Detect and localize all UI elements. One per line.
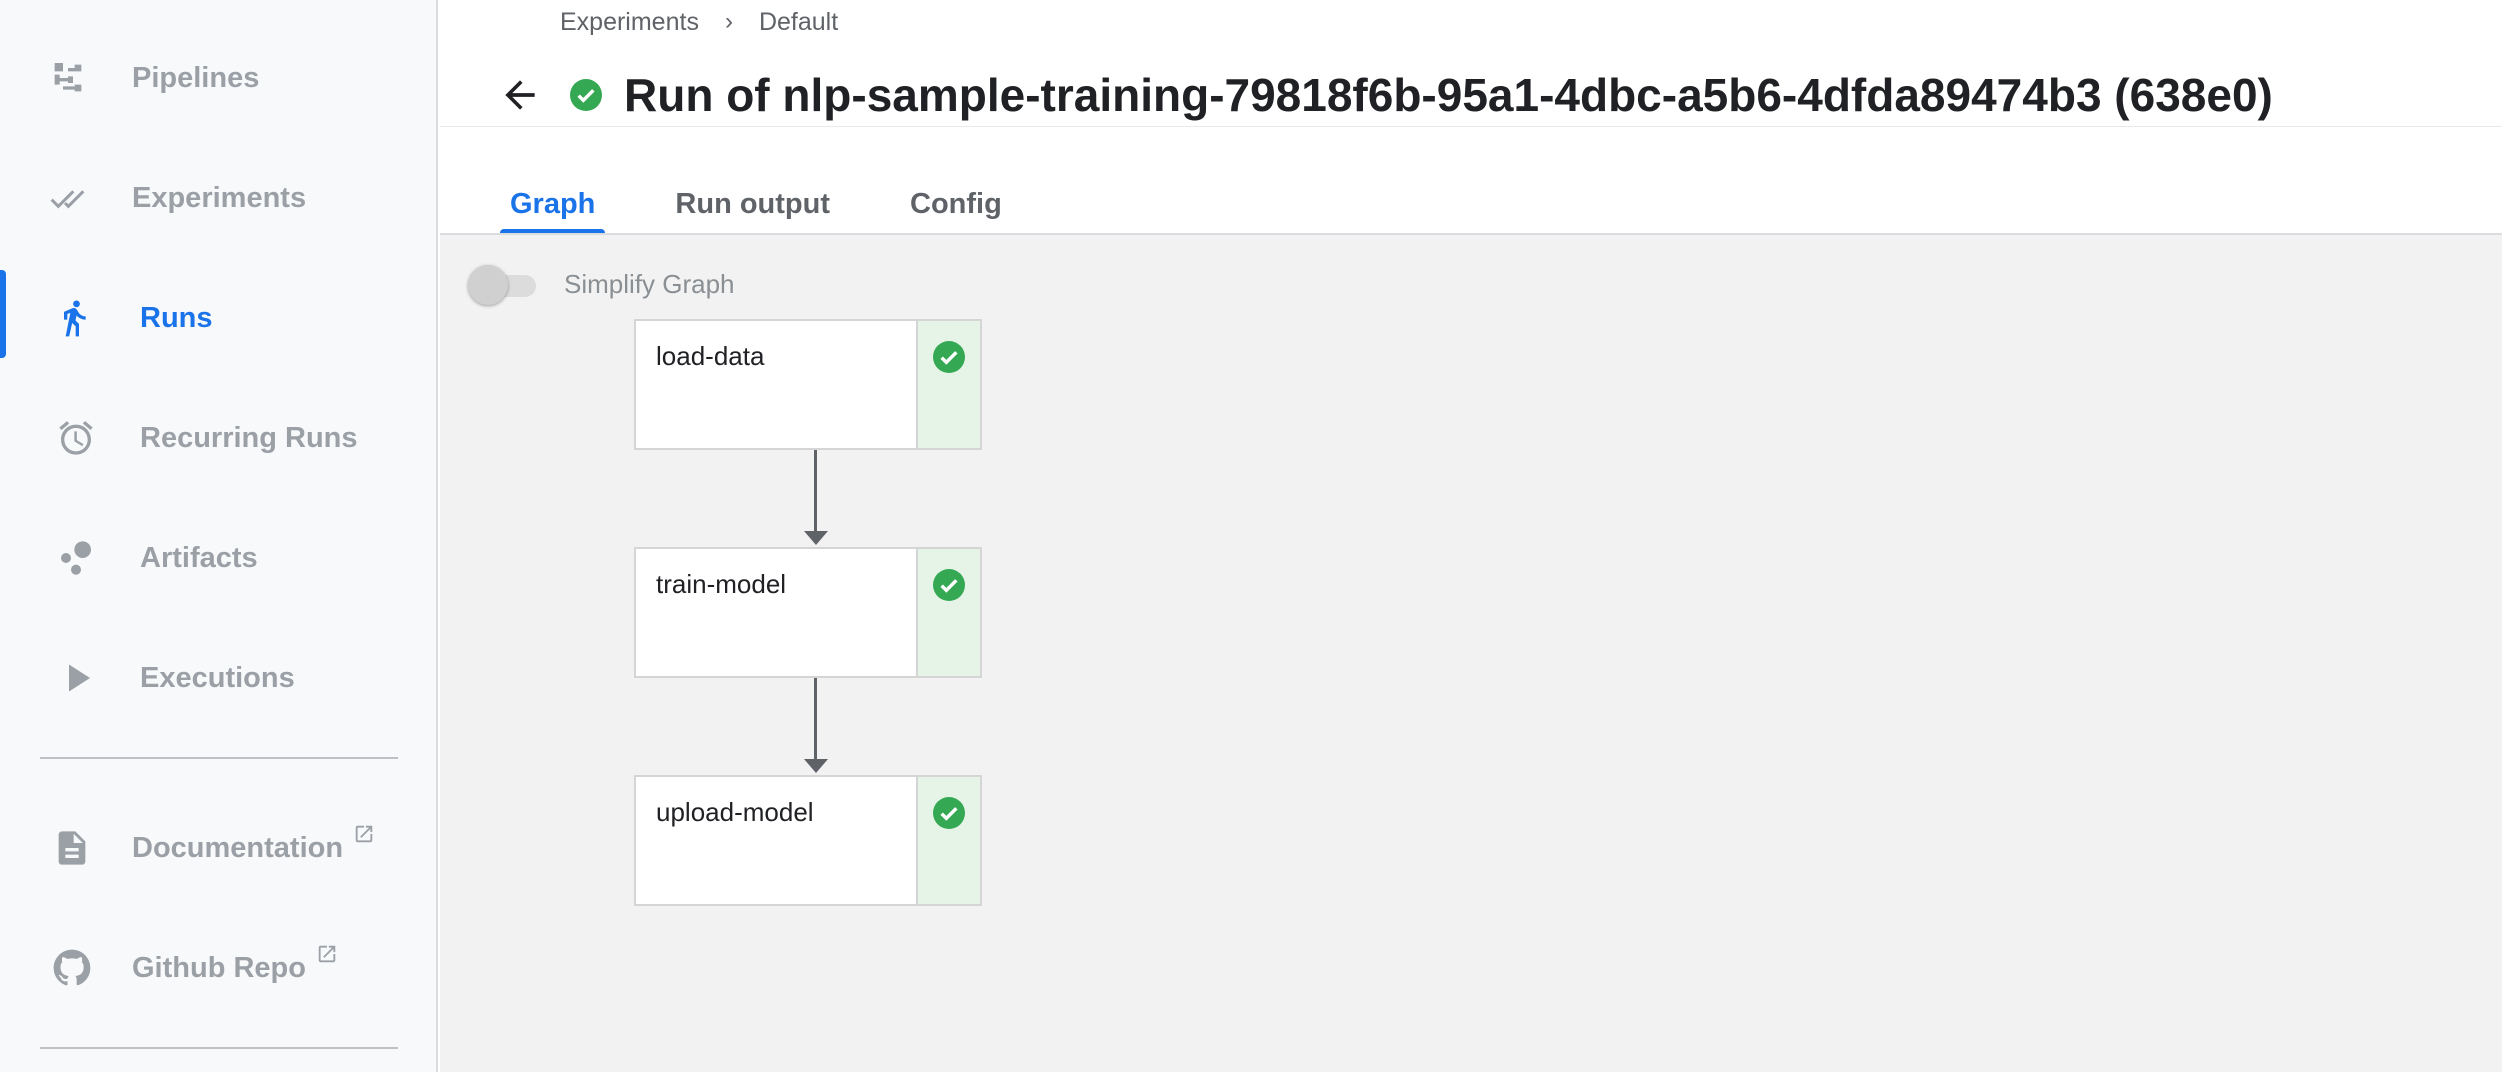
pipelines-icon — [48, 58, 88, 98]
alarm-clock-icon — [56, 418, 96, 458]
tab-graph[interactable]: Graph — [500, 168, 606, 234]
success-check-icon — [933, 569, 965, 601]
simplify-graph-label: Simplify Graph — [564, 269, 735, 299]
arrow-down-icon — [804, 759, 828, 773]
sidebar-link-github[interactable]: Github Repo — [0, 928, 438, 1008]
breadcrumb-experiments[interactable]: Experiments — [560, 8, 699, 37]
node-name: upload-model — [656, 797, 814, 827]
sidebar-item-label: Pipelines — [132, 61, 260, 94]
external-link-icon — [353, 820, 375, 853]
play-icon — [58, 658, 98, 698]
sidebar-item-experiments[interactable]: Experiments — [0, 158, 438, 238]
sidebar-divider — [40, 1047, 398, 1049]
breadcrumb-default[interactable]: Default — [759, 8, 838, 37]
node-status — [916, 777, 980, 904]
main-content: Experiments › Default Run of nlp-sample-… — [440, 0, 2502, 1072]
graph-canvas[interactable]: Simplify Graph load-data train-model upl… — [440, 235, 2502, 1072]
node-name: train-model — [656, 569, 787, 599]
simplify-graph-toggle[interactable] — [468, 263, 538, 305]
sidebar-item-runs[interactable]: Runs — [0, 278, 438, 358]
graph-edge — [814, 450, 817, 532]
sidebar-item-label: Executions — [140, 661, 295, 694]
arrow-down-icon — [804, 531, 828, 545]
sidebar-item-label: Artifacts — [140, 541, 258, 574]
tab-bar: Graph Run output Config — [500, 168, 1072, 234]
node-name: load-data — [656, 341, 765, 371]
graph-node-upload-model[interactable]: upload-model — [634, 775, 982, 906]
sidebar-item-executions[interactable]: Executions — [0, 638, 438, 718]
sidebar-item-label: Experiments — [132, 181, 307, 214]
success-check-icon — [933, 341, 965, 373]
header-divider — [440, 126, 2502, 127]
sidebar-link-documentation[interactable]: Documentation — [0, 808, 438, 888]
toggle-thumb — [468, 265, 508, 305]
graph-node-load-data[interactable]: load-data — [634, 319, 982, 450]
graph-edge — [814, 678, 817, 760]
sidebar-link-label: Documentation — [132, 825, 375, 865]
sidebar-link-label: Github Repo — [132, 945, 338, 985]
sidebar: Pipelines Experiments Runs Recurring Run… — [0, 0, 438, 1072]
title-row: Run of nlp-sample-training-79818f6b-95a1… — [490, 60, 2273, 130]
artifacts-icon — [56, 538, 96, 578]
page-title: Run of nlp-sample-training-79818f6b-95a1… — [624, 69, 2273, 121]
sidebar-item-pipelines[interactable]: Pipelines — [0, 38, 438, 118]
external-link-icon — [316, 940, 338, 973]
chevron-right-icon: › — [724, 8, 733, 35]
experiments-icon — [50, 178, 90, 218]
sidebar-item-label: Runs — [140, 301, 213, 334]
sidebar-item-artifacts[interactable]: Artifacts — [0, 518, 438, 598]
document-icon — [52, 828, 92, 868]
node-status — [916, 321, 980, 448]
sidebar-item-label: Recurring Runs — [140, 421, 358, 454]
runs-icon — [54, 298, 94, 338]
success-check-icon — [570, 79, 602, 111]
sidebar-item-recurring-runs[interactable]: Recurring Runs — [0, 398, 438, 478]
graph-node-train-model[interactable]: train-model — [634, 547, 982, 678]
tab-config[interactable]: Config — [900, 168, 1012, 234]
success-check-icon — [933, 797, 965, 829]
github-icon — [52, 948, 92, 988]
breadcrumb: Experiments › Default — [560, 4, 838, 40]
tab-run-output[interactable]: Run output — [665, 168, 840, 234]
node-status — [916, 549, 980, 676]
arrow-back-icon — [505, 80, 535, 110]
back-button[interactable] — [490, 65, 550, 125]
sidebar-divider — [40, 757, 398, 759]
